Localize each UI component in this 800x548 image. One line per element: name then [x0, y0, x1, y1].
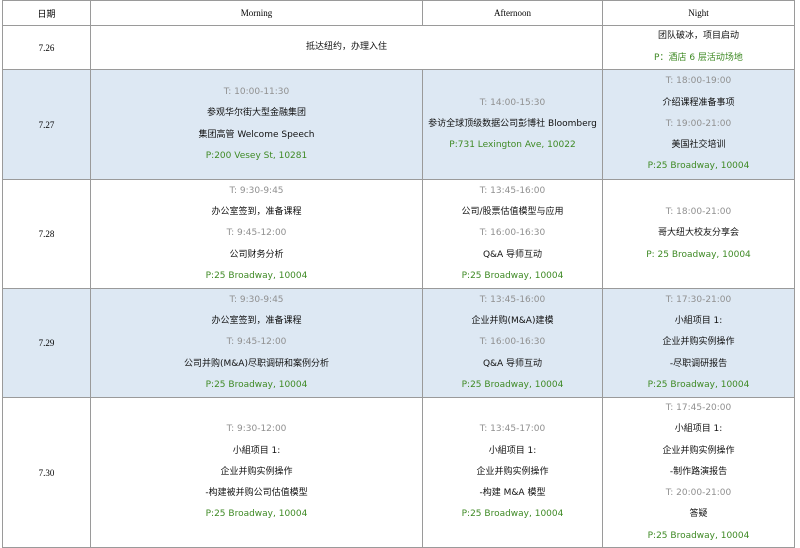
morning-cell: T: 9:30-9:45 办公室签到，准备课程 T: 9:45-12:00 公司并购(… [90, 288, 423, 398]
schedule-table: 日期 Morning Afternoon Night 7.26 抵达纽约，办理入… [2, 0, 795, 548]
time-text: T: 17:30-21:00 [665, 294, 732, 305]
place-text: P:25 Broadway, 10004 [461, 379, 564, 390]
activity-text: -尽职调研报告 [669, 358, 728, 369]
header-morning: Morning [90, 0, 423, 26]
activity-text: Q&A 导师互动 [482, 249, 543, 260]
header-afternoon: Afternoon [422, 0, 603, 26]
afternoon-cell: T: 13:45-16:00 公司/股票估值模型与应用 T: 16:00-16:30… [422, 179, 603, 289]
activity-text: 企业并购实例操作 [662, 337, 735, 348]
activity-text: 美国社交培训 [671, 140, 726, 151]
afternoon-cell: T: 14:00-15:30 参访全球顶级数据公司彭博社 Bloomberg P:7… [422, 69, 603, 180]
schedule-row: 7.28 T: 9:30-9:45 办公室签到，准备课程 T: 9:45-12:00… [2, 179, 795, 289]
time-text: T: 9:30-9:45 [229, 185, 284, 196]
activity-text: Q&A 导师互动 [482, 358, 543, 369]
activity-text: 企业并购实例操作 [662, 445, 735, 456]
place-text: P:731 Lexington Ave, 10022 [449, 140, 576, 151]
header-row: 日期 Morning Afternoon Night [2, 0, 795, 26]
time-text: T: 13:45-17:00 [479, 424, 546, 435]
activity-text: 小組项目 1: [674, 424, 723, 435]
time-text: T: 9:45-12:00 [226, 228, 287, 239]
place-text: P:25 Broadway, 10004 [647, 161, 750, 172]
time-text: T: 13:45-16:00 [479, 294, 546, 305]
place-text: P:25 Broadway, 10004 [647, 379, 750, 390]
night-cell: T: 17:45-20:00 小組项目 1: 企业并购实例操作 -制作路演报告 T: 2… [602, 396, 795, 548]
date-cell: 7.30 [2, 396, 91, 548]
place-text: P：酒店 6 层活动场地 [654, 52, 743, 63]
activity-text: 介绍课程准备事项 [662, 97, 735, 108]
time-text: T: 18:00-19:00 [665, 76, 732, 87]
afternoon-cell: T: 13:45-17:00 小組项目 1: 企业并购实例操作 -构建 M&A 模型 P… [422, 396, 603, 548]
activity-text: 哥大纽大校友分享会 [657, 228, 739, 239]
activity-text: -制作路演报告 [669, 466, 728, 477]
time-text: T: 9:30-12:00 [226, 424, 287, 435]
activity-text: 答疑 [689, 509, 708, 520]
activity-text: 公司/股票估值模型与应用 [461, 207, 564, 218]
place-text: P:25 Broadway, 10004 [461, 270, 564, 281]
activity-text: -构建被并购公司估值模型 [205, 488, 308, 499]
night-cell: 团队破冰，项目启动 P：酒店 6 层活动场地 [602, 25, 795, 70]
activity-text: 小組项目 1: [488, 445, 537, 456]
place-text: P:25 Broadway, 10004 [205, 509, 308, 520]
date-cell: 7.26 [2, 25, 91, 70]
activity-text: -构建 M&A 模型 [479, 488, 546, 499]
afternoon-cell: T: 13:45-16:00 企业并购(M&A)建模 T: 16:00-16:30 Q… [422, 288, 603, 398]
merged-activity-cell: 抵达纽约，办理入住 [90, 25, 603, 70]
night-cell: T: 17:30-21:00 小組项目 1: 企业并购实例操作 -尽职调研报告 P:25… [602, 288, 795, 398]
time-text: T: 16:00-16:30 [479, 337, 546, 348]
header-date: 日期 [2, 0, 91, 26]
activity-text: 企业并购(M&A)建模 [471, 316, 554, 327]
time-text: T: 9:30-9:45 [229, 294, 284, 305]
place-text: P:200 Vesey St, 10281 [205, 150, 308, 161]
place-text: P:25 Broadway, 10004 [461, 509, 564, 520]
activity-text: 公司并购(M&A)尽职调研和案例分析 [184, 358, 329, 369]
time-text: T: 20:00-21:00 [665, 488, 732, 499]
time-text: T: 10:00-11:30 [223, 86, 290, 97]
activity-text: 抵达纽约，办理入住 [305, 42, 387, 52]
activity-text: 参观华尔街大型金融集团 [206, 108, 306, 119]
date-cell: 7.27 [2, 69, 91, 180]
schedule-row: 7.30 T: 9:30-12:00 小組项目 1: 企业并购实例操作 -构建被并购公… [2, 396, 795, 548]
activity-text: 参访全球顶级数据公司彭博社 Bloomberg [428, 118, 597, 129]
morning-cell: T: 10:00-11:30 参观华尔街大型金融集团 集团高管 Welcome Sp… [90, 69, 423, 180]
activity-text: 办公室签到，准备课程 [211, 207, 302, 218]
schedule-row: 7.26 抵达纽约，办理入住 团队破冰，项目启动 P：酒店 6 层活动场地 [2, 25, 795, 70]
header-night: Night [602, 0, 795, 26]
time-text: T: 13:45-16:00 [479, 185, 546, 196]
date-cell: 7.29 [2, 288, 91, 398]
time-text: T: 14:00-15:30 [479, 97, 546, 108]
activity-text: 小組项目 1: [232, 445, 281, 456]
time-text: T: 9:45-12:00 [226, 337, 287, 348]
place-text: P:25 Broadway, 10004 [205, 270, 308, 281]
schedule-row: 7.27 T: 10:00-11:30 参观华尔街大型金融集团 集团高管 Welco… [2, 69, 795, 180]
date-cell: 7.28 [2, 179, 91, 289]
morning-cell: T: 9:30-9:45 办公室签到，准备课程 T: 9:45-12:00 公司财务分… [90, 179, 423, 289]
activity-text: 小組项目 1: [674, 316, 723, 327]
activity-text: 团队破冰，项目启动 [657, 31, 739, 42]
place-text: P:25 Broadway, 10004 [647, 530, 750, 541]
night-cell: T: 18:00-19:00 介绍课程准备事项 T: 19:00-21:00 美国社交… [602, 69, 795, 180]
time-text: T: 16:00-16:30 [479, 228, 546, 239]
time-text: T: 19:00-21:00 [665, 118, 732, 129]
activity-text: 企业并购实例操作 [220, 466, 293, 477]
night-cell: T: 18:00-21:00 哥大纽大校友分享会 P: 25 Broadway, 1… [602, 179, 795, 289]
schedule-row: 7.29 T: 9:30-9:45 办公室签到，准备课程 T: 9:45-12:00… [2, 288, 795, 398]
time-text: T: 17:45-20:00 [665, 403, 732, 413]
time-text: T: 18:00-21:00 [665, 207, 732, 218]
place-text: P:25 Broadway, 10004 [205, 379, 308, 390]
activity-text: 办公室签到，准备课程 [211, 316, 302, 327]
morning-cell: T: 9:30-12:00 小組项目 1: 企业并购实例操作 -构建被并购公司估值模型… [90, 396, 423, 548]
activity-text: 公司财务分析 [229, 249, 284, 260]
activity-text: 集团高管 Welcome Speech [198, 129, 315, 140]
activity-text: 企业并购实例操作 [476, 466, 549, 477]
place-text: P: 25 Broadway, 10004 [646, 249, 751, 260]
